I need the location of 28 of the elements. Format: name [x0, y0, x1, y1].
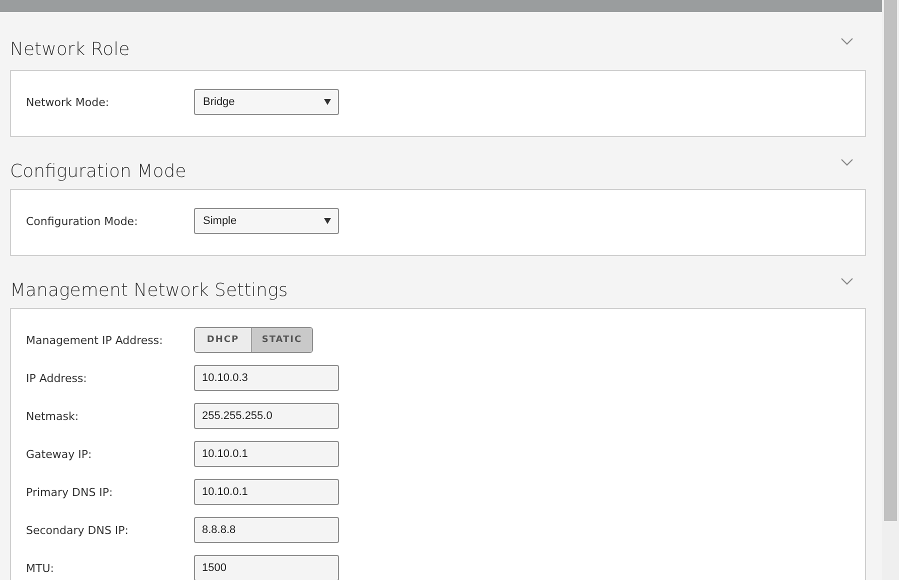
chevron-down-icon[interactable]: [841, 38, 853, 45]
caret-icon: [324, 218, 331, 224]
input-field[interactable]: 10.10.0.1: [194, 441, 339, 467]
field-label: IP Address:: [26, 372, 88, 384]
chevron-down-icon[interactable]: [841, 278, 853, 285]
section-title: Configuration Mode: [10, 160, 186, 182]
section-title: Network Role: [10, 38, 130, 60]
field-label: Management IP Address:: [26, 334, 164, 346]
field-label: Configuration Mode:: [26, 214, 139, 228]
caret-icon: [324, 99, 331, 105]
dropdown[interactable]: Bridge: [194, 89, 339, 115]
scrollbar[interactable]: [882, 0, 899, 580]
field-label: Netmask:: [26, 410, 80, 422]
input-field[interactable]: 10.10.0.3: [194, 365, 339, 391]
field-label: MTU:: [26, 562, 55, 574]
dropdown[interactable]: Simple: [194, 208, 339, 234]
field-label: Secondary DNS IP:: [26, 524, 130, 536]
section-title: Management Network Settings: [10, 280, 288, 300]
field-label: Primary DNS IP:: [26, 486, 114, 498]
field-label: Network Mode:: [26, 96, 110, 108]
toggle-option[interactable]: STATIC: [251, 328, 312, 352]
input-field[interactable]: 8.8.8.8: [194, 517, 339, 543]
chevron-down-icon[interactable]: [841, 159, 853, 166]
toggle-option[interactable]: DHCP: [195, 328, 251, 352]
input-field[interactable]: 255.255.255.0: [194, 403, 339, 429]
input-field[interactable]: 10.10.0.1: [194, 479, 339, 505]
input-field[interactable]: 1500: [194, 555, 339, 580]
field-label: Gateway IP:: [26, 448, 93, 460]
